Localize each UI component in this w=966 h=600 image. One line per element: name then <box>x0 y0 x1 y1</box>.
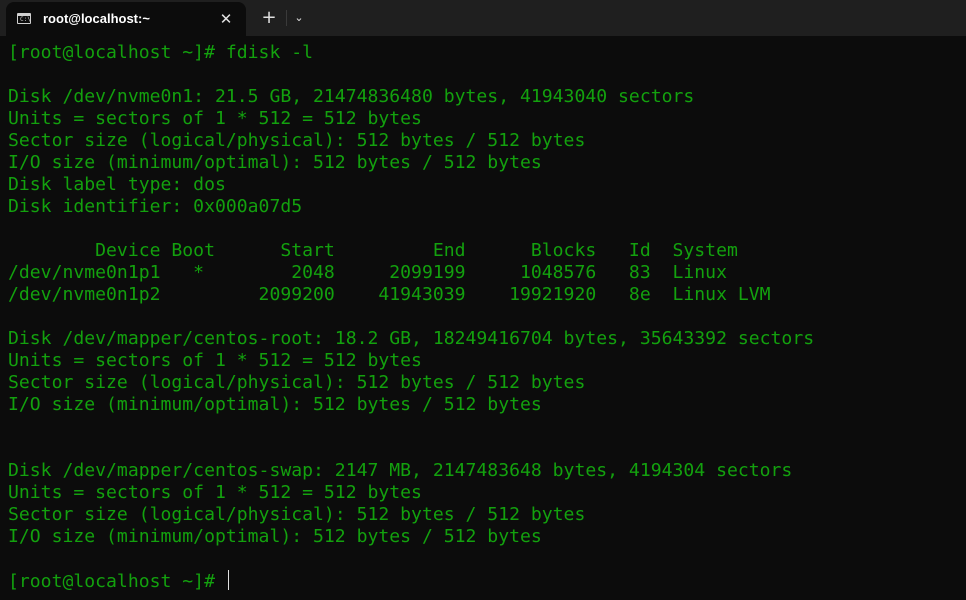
tab-root-localhost[interactable]: C:\ root@localhost:~ ✕ <box>6 2 246 36</box>
terminal-line-text: [root@localhost ~]# fdisk -l <box>8 42 314 63</box>
terminal-line: Device Boot Start End Blocks Id System <box>8 240 814 262</box>
terminal-lines: [root@localhost ~]# fdisk -l Disk /dev/nv… <box>8 42 814 592</box>
terminal-output[interactable]: [root@localhost ~]# fdisk -l Disk /dev/nv… <box>0 36 966 600</box>
terminal-line-text: I/O size (minimum/optimal): 512 bytes / … <box>8 526 542 547</box>
terminal-line-text: Disk /dev/mapper/centos-swap: 2147 MB, 2… <box>8 460 793 481</box>
terminal-line-text: Sector size (logical/physical): 512 byte… <box>8 504 586 525</box>
terminal-line-text: Disk /dev/mapper/centos-root: 18.2 GB, 1… <box>8 328 815 349</box>
chevron-down-icon[interactable]: ⌄ <box>290 8 308 28</box>
new-tab-button[interactable]: + <box>259 8 279 28</box>
terminal-line: I/O size (minimum/optimal): 512 bytes / … <box>8 152 814 174</box>
terminal-line: Disk label type: dos <box>8 174 814 196</box>
terminal-line: [root@localhost ~]# <box>8 570 814 592</box>
tab-title: root@localhost:~ <box>43 11 150 26</box>
terminal-line: I/O size (minimum/optimal): 512 bytes / … <box>8 394 814 416</box>
terminal-line: Disk /dev/nvme0n1: 21.5 GB, 21474836480 … <box>8 86 814 108</box>
text-cursor <box>227 570 229 590</box>
terminal-line: Units = sectors of 1 * 512 = 512 bytes <box>8 482 814 504</box>
terminal-line: I/O size (minimum/optimal): 512 bytes / … <box>8 526 814 548</box>
terminal-line: Disk /dev/mapper/centos-root: 18.2 GB, 1… <box>8 328 814 350</box>
terminal-line: Units = sectors of 1 * 512 = 512 bytes <box>8 350 814 372</box>
terminal-line-text: Sector size (logical/physical): 512 byte… <box>8 372 586 393</box>
terminal-line: Units = sectors of 1 * 512 = 512 bytes <box>8 108 814 130</box>
terminal-line-text: Sector size (logical/physical): 512 byte… <box>8 130 586 151</box>
terminal-line-text: Units = sectors of 1 * 512 = 512 bytes <box>8 482 422 503</box>
terminal-line-text: Device Boot Start End Blocks Id System <box>8 240 738 261</box>
terminal-line-text: Disk identifier: 0x000a07d5 <box>8 196 303 217</box>
terminal-line-text: Disk label type: dos <box>8 174 226 195</box>
terminal-line-text: I/O size (minimum/optimal): 512 bytes / … <box>8 152 542 173</box>
terminal-line: Disk identifier: 0x000a07d5 <box>8 196 814 218</box>
close-icon[interactable]: ✕ <box>216 9 236 29</box>
terminal-line: Sector size (logical/physical): 512 byte… <box>8 130 814 152</box>
titlebar-divider <box>286 10 287 26</box>
terminal-line-text: Disk /dev/nvme0n1: 21.5 GB, 21474836480 … <box>8 86 695 107</box>
terminal-line-text: /dev/nvme0n1p2 2099200 41943039 19921920… <box>8 284 771 305</box>
terminal-line: Disk /dev/mapper/centos-swap: 2147 MB, 2… <box>8 460 814 482</box>
title-bar: C:\ root@localhost:~ ✕ + ⌄ <box>0 0 966 36</box>
terminal-line: Sector size (logical/physical): 512 byte… <box>8 504 814 526</box>
terminal-line: Sector size (logical/physical): 512 byte… <box>8 372 814 394</box>
terminal-line-text: [root@localhost ~]# <box>8 571 226 592</box>
terminal-icon: C:\ <box>17 13 31 24</box>
terminal-line-text: /dev/nvme0n1p1 * 2048 2099199 1048576 83… <box>8 262 727 283</box>
terminal-line: /dev/nvme0n1p2 2099200 41943039 19921920… <box>8 284 814 306</box>
terminal-line-text: I/O size (minimum/optimal): 512 bytes / … <box>8 394 542 415</box>
terminal-line-text: Units = sectors of 1 * 512 = 512 bytes <box>8 350 422 371</box>
terminal-line: /dev/nvme0n1p1 * 2048 2099199 1048576 83… <box>8 262 814 284</box>
terminal-line: [root@localhost ~]# fdisk -l <box>8 42 814 64</box>
terminal-line-text: Units = sectors of 1 * 512 = 512 bytes <box>8 108 422 129</box>
